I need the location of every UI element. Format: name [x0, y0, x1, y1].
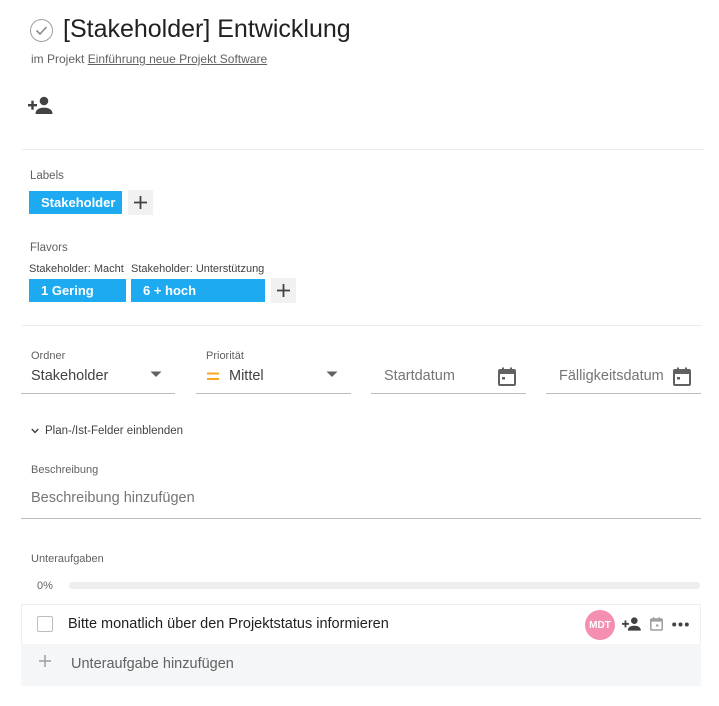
chevron-down-icon[interactable]	[150, 371, 162, 378]
add-assignee-button[interactable]	[28, 95, 54, 117]
plus-icon	[38, 654, 52, 668]
priority-label: Priorität	[206, 350, 244, 362]
priority-underline	[196, 393, 351, 394]
description-input[interactable]: Beschreibung hinzufügen	[31, 490, 195, 506]
flavor-chip-macht[interactable]: 1 Gering	[29, 279, 126, 302]
priority-equals-icon	[207, 372, 219, 381]
calendar-icon[interactable]	[650, 617, 663, 631]
avatar[interactable]: MDT	[585, 610, 615, 640]
project-reference: im Projekt Einführung neue Projekt Softw…	[31, 52, 267, 66]
person-add-icon	[28, 96, 53, 114]
plus-icon	[277, 284, 290, 297]
complete-task-toggle[interactable]	[30, 19, 53, 42]
folder-label: Ordner	[31, 350, 66, 362]
chevron-down-icon[interactable]	[326, 371, 338, 378]
calendar-icon[interactable]	[498, 367, 516, 386]
add-label-button[interactable]	[128, 190, 153, 215]
person-add-icon[interactable]	[622, 616, 642, 633]
folder-select[interactable]: Stakeholder	[31, 368, 108, 384]
description-underline	[21, 518, 701, 519]
plan-fields-toggle-label: Plan-/Ist-Felder einblenden	[45, 425, 184, 437]
flavors-heading: Flavors	[30, 242, 68, 254]
add-subtask-label: Unteraufgabe hinzufügen	[71, 656, 234, 672]
subtasks-heading: Unteraufgaben	[31, 553, 104, 565]
divider	[22, 149, 704, 150]
check-icon	[35, 26, 48, 36]
subtasks-progress-bar	[69, 582, 700, 589]
plus-icon	[134, 196, 147, 209]
start-date-underline	[371, 393, 526, 394]
due-date-underline	[546, 393, 701, 394]
add-flavor-button[interactable]	[271, 278, 296, 303]
more-options-icon[interactable]	[672, 622, 689, 627]
flavor-name-macht: Stakeholder: Macht	[29, 263, 124, 275]
task-title[interactable]: [Stakeholder] Entwicklung	[63, 15, 351, 44]
due-date-input[interactable]: Fälligkeitsdatum	[559, 368, 664, 384]
calendar-icon[interactable]	[673, 367, 691, 386]
subtask-title[interactable]: Bitte monatlich über den Projektstatus i…	[68, 616, 389, 632]
flavor-name-unterstuetzung: Stakeholder: Unterstützung	[131, 263, 265, 275]
label-chip-stakeholder[interactable]: Stakeholder	[29, 191, 122, 214]
divider	[22, 325, 702, 326]
labels-heading: Labels	[30, 170, 64, 182]
subtasks-progress-text: 0%	[37, 580, 53, 592]
flavor-chip-unterstuetzung[interactable]: 6 + hoch	[131, 279, 265, 302]
description-label: Beschreibung	[31, 464, 99, 476]
start-date-input[interactable]: Startdatum	[384, 368, 455, 384]
project-link[interactable]: Einführung neue Projekt Software	[88, 52, 267, 66]
chevron-down-icon	[31, 428, 39, 434]
priority-select[interactable]: Mittel	[229, 368, 264, 384]
folder-underline	[21, 393, 175, 394]
project-prefix: im Projekt	[31, 52, 85, 66]
subtask-checkbox[interactable]	[37, 616, 53, 632]
plan-fields-toggle[interactable]: Plan-/Ist-Felder einblenden	[31, 425, 183, 437]
